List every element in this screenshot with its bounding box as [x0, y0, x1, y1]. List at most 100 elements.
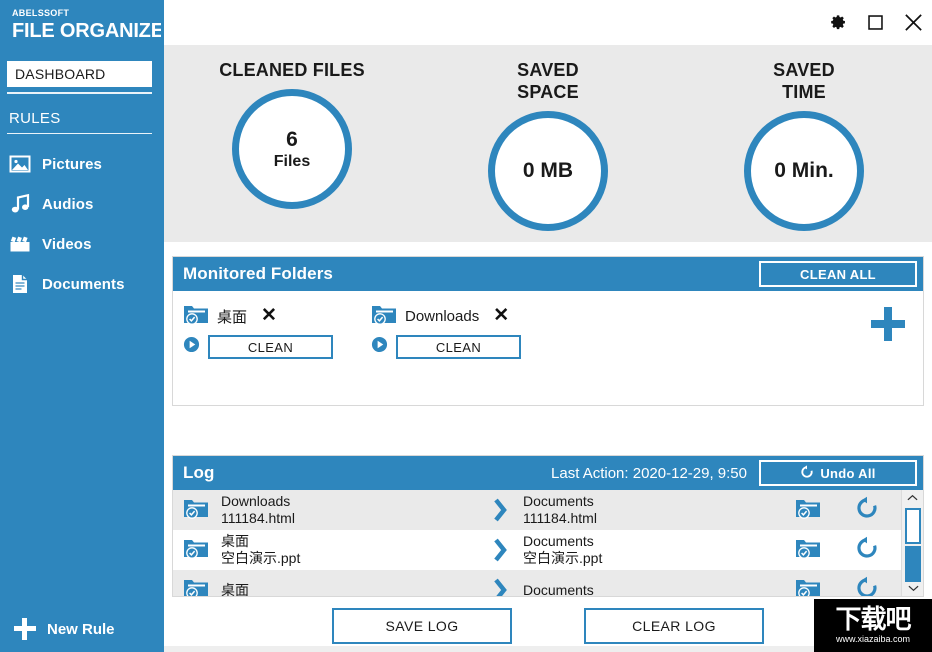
- plus-icon: [14, 618, 36, 640]
- gear-icon: [828, 13, 847, 32]
- sidebar-item-dashboard[interactable]: DASHBOARD: [7, 61, 152, 87]
- table-row[interactable]: 桌面 Documents: [173, 570, 923, 596]
- revert-icon[interactable]: [855, 536, 879, 565]
- sidebar-item-pictures[interactable]: Pictures: [9, 147, 154, 181]
- sidebar-item-audios-label: Audios: [42, 195, 94, 213]
- remove-folder-button[interactable]: ✕: [261, 306, 277, 325]
- new-rule-button[interactable]: New Rule: [14, 618, 115, 640]
- last-action-text: Last Action: 2020-12-29, 9:50: [551, 464, 747, 482]
- log-source-file: 111184.html: [221, 510, 295, 526]
- settings-button[interactable]: [818, 0, 856, 45]
- play-icon[interactable]: [371, 336, 388, 358]
- title-bar: [164, 0, 932, 45]
- monitored-folder-item: Downloads ✕ CLEAN: [371, 303, 541, 359]
- stat-saved-time-value: 0 Min.: [774, 159, 834, 182]
- clean-folder-button[interactable]: CLEAN: [396, 335, 521, 359]
- monitored-folder-name: 桌面: [217, 308, 248, 326]
- scroll-up-button[interactable]: [902, 490, 923, 506]
- log-target-folder: Documents: [523, 581, 594, 597]
- table-row[interactable]: Downloads 111184.html Documents 111184.h…: [173, 490, 923, 530]
- stat-saved-time: SAVED TIME 0 Min.: [676, 45, 932, 242]
- stat-saved-space-donut: 0 MB: [488, 111, 608, 231]
- log-target-folder: Documents: [523, 533, 594, 549]
- music-note-icon: [9, 193, 31, 215]
- stats-panel: CLEANED FILES 6 Files SAVED SPACE 0 MB S…: [164, 45, 932, 242]
- sidebar-item-documents-label: Documents: [42, 275, 125, 293]
- folder-check-icon: [371, 302, 397, 331]
- clear-log-button[interactable]: CLEAR LOG: [584, 608, 764, 644]
- clean-all-label: CLEAN ALL: [800, 266, 876, 282]
- stat-cleaned-files-unit: Files: [273, 152, 311, 170]
- stat-saved-time-title: SAVED TIME: [773, 59, 835, 103]
- log-scrollbar[interactable]: [901, 490, 923, 596]
- stat-saved-time-title-line1: SAVED: [773, 60, 835, 80]
- sidebar-divider-top: [7, 92, 152, 94]
- folder-check-icon[interactable]: [795, 496, 821, 525]
- play-icon[interactable]: [183, 336, 200, 358]
- clean-all-button[interactable]: CLEAN ALL: [759, 261, 917, 287]
- folder-check-icon[interactable]: [795, 536, 821, 565]
- close-button[interactable]: [894, 0, 932, 45]
- log-rows-container: Downloads 111184.html Documents 111184.h…: [173, 490, 923, 596]
- remove-folder-button[interactable]: ✕: [493, 306, 509, 325]
- monitored-folder-name: Downloads: [405, 307, 480, 325]
- sidebar-section-rules: RULES: [9, 110, 61, 127]
- log-source-folder: 桌面: [221, 581, 249, 597]
- revert-icon[interactable]: [855, 496, 879, 525]
- log-title: Log: [183, 463, 215, 482]
- square-icon: [866, 13, 885, 32]
- folder-check-icon: [183, 302, 209, 331]
- stat-cleaned-files-donut: 6 Files: [232, 89, 352, 209]
- stat-saved-space-title-line1: SAVED: [517, 60, 579, 80]
- log-header: Log Last Action: 2020-12-29, 9:50 Undo A…: [173, 456, 923, 490]
- clean-folder-button[interactable]: CLEAN: [208, 335, 333, 359]
- clapperboard-icon: [9, 233, 31, 255]
- stat-cleaned-files-title: CLEANED FILES: [219, 60, 365, 80]
- scroll-down-button[interactable]: [902, 580, 923, 596]
- monitored-folder-actions: CLEAN: [183, 335, 353, 359]
- monitored-folders-title: Monitored Folders: [183, 264, 333, 283]
- sidebar-item-videos[interactable]: Videos: [9, 227, 154, 261]
- save-log-button[interactable]: SAVE LOG: [332, 608, 512, 644]
- revert-icon[interactable]: [855, 576, 879, 596]
- log-panel: Log Last Action: 2020-12-29, 9:50 Undo A…: [172, 455, 924, 597]
- close-icon: [903, 12, 924, 33]
- picture-icon: [9, 153, 31, 175]
- stat-saved-space-value: 0 MB: [522, 159, 574, 182]
- folder-check-icon: [183, 536, 209, 565]
- monitored-folder-header: Downloads ✕: [371, 303, 541, 329]
- log-source: 桌面 空白演示.ppt: [221, 533, 489, 567]
- watermark-text: 下载吧: [835, 605, 911, 635]
- monitored-folders-header: Monitored Folders CLEAN ALL: [173, 257, 923, 291]
- scrollbar-thumb[interactable]: [905, 508, 921, 544]
- undo-all-button[interactable]: Undo All: [759, 460, 917, 486]
- table-row[interactable]: 桌面 空白演示.ppt Documents 空白演示.ppt: [173, 530, 923, 570]
- monitored-folders-list: 桌面 ✕ CLEAN Downloads ✕ CLEAN: [173, 291, 923, 405]
- brand-product: FILE ORGANIZER: [12, 20, 179, 42]
- chevron-right-icon: [489, 537, 511, 563]
- chevron-right-icon: [489, 497, 511, 523]
- add-folder-button[interactable]: [871, 307, 905, 341]
- monitored-folders-panel: Monitored Folders CLEAN ALL 桌面 ✕ CLEAN D…: [172, 256, 924, 406]
- log-target-file: 空白演示.ppt: [523, 550, 603, 566]
- sidebar-item-documents[interactable]: Documents: [9, 267, 154, 301]
- log-target-file: 111184.html: [523, 510, 597, 526]
- log-source-folder: 桌面: [221, 533, 249, 549]
- folder-check-icon[interactable]: [795, 576, 821, 596]
- maximize-button[interactable]: [856, 0, 894, 45]
- log-source: Downloads 111184.html: [221, 493, 489, 527]
- scrollbar-track-fill[interactable]: [905, 546, 921, 582]
- monitored-folder-header: 桌面 ✕: [183, 303, 353, 329]
- monitored-folder-item: 桌面 ✕ CLEAN: [183, 303, 353, 359]
- chevron-right-icon: [489, 577, 511, 596]
- sidebar-item-audios[interactable]: Audios: [9, 187, 154, 221]
- app-window: ABELSSOFT FILE ORGANIZER DASHBOARD RULES…: [0, 0, 932, 652]
- log-target: Documents: [523, 582, 791, 597]
- undo-icon: [800, 464, 814, 482]
- document-icon: [9, 273, 31, 295]
- folder-check-icon: [183, 576, 209, 596]
- log-source: 桌面: [221, 582, 489, 597]
- chevron-down-icon: [907, 579, 919, 596]
- sidebar-item-pictures-label: Pictures: [42, 155, 102, 173]
- log-source-folder: Downloads: [221, 493, 291, 509]
